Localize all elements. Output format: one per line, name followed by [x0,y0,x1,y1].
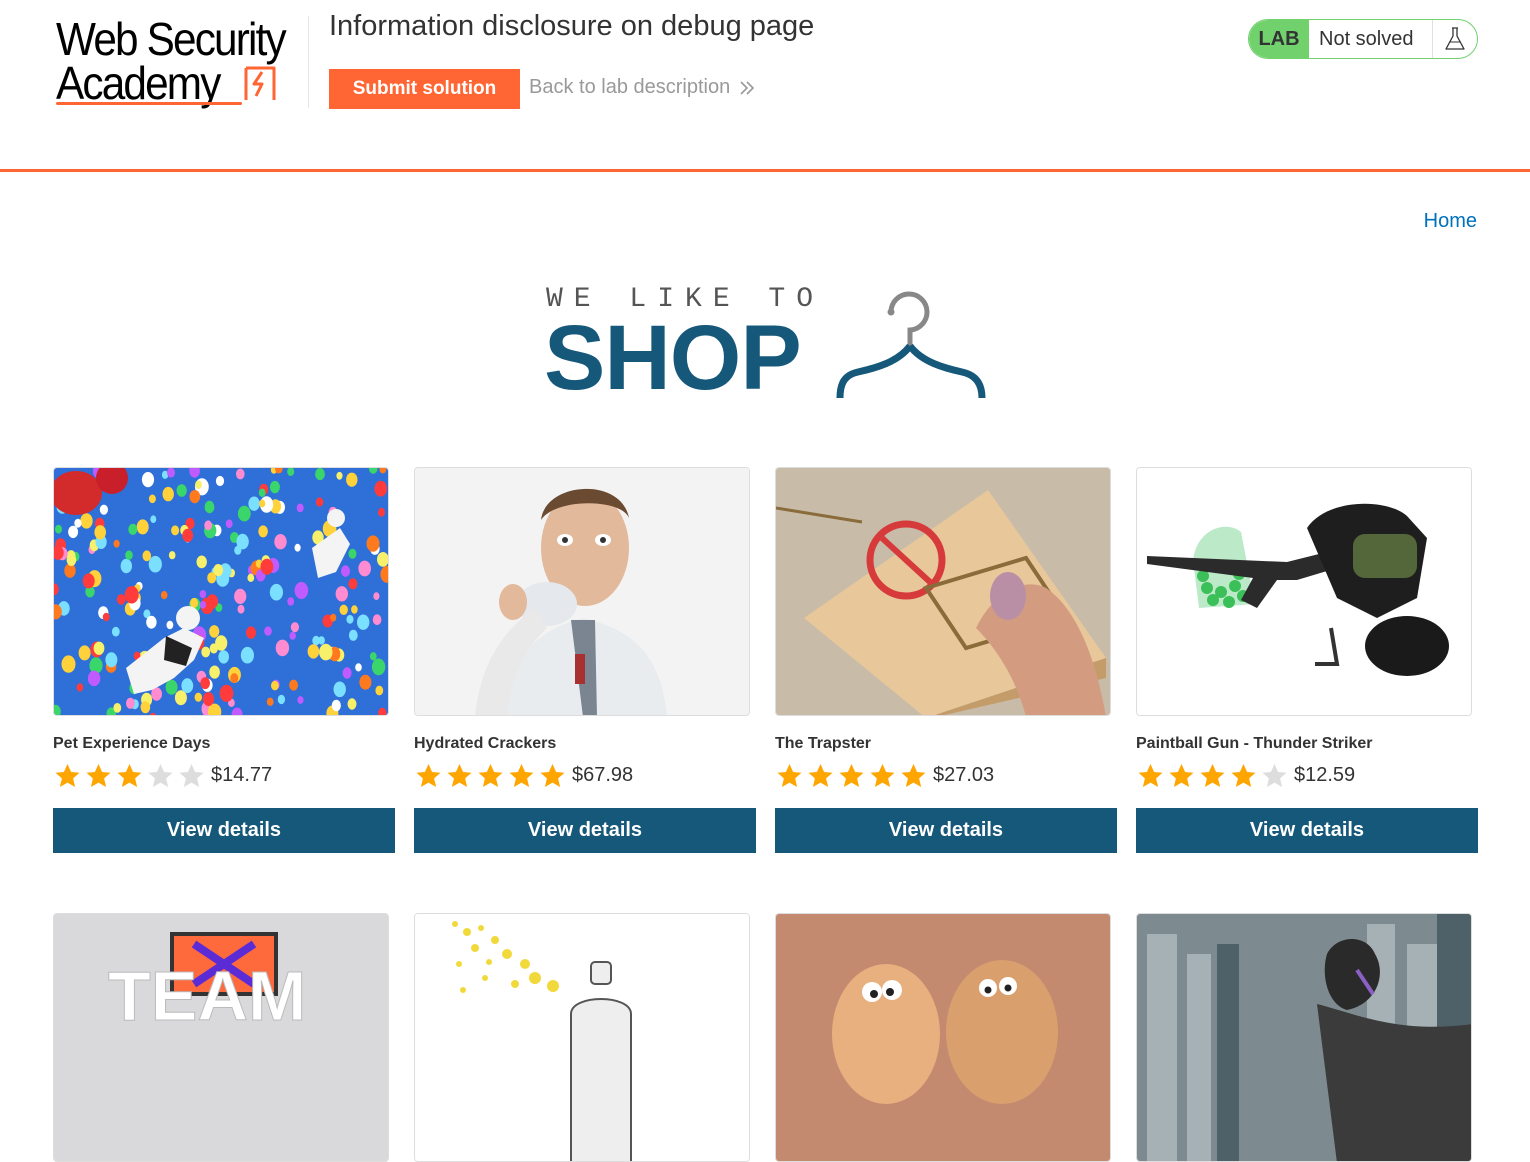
view-details-button[interactable]: View details [775,808,1117,853]
lab-status-text: Not solved [1309,20,1433,58]
submit-solution-button[interactable]: Submit solution [329,69,520,109]
star-filled-icon [540,763,565,787]
product-rating: $67.98 [414,761,633,789]
double-chevron-right-icon [740,80,755,95]
star-filled-icon [447,763,472,787]
clothes-hanger-icon [836,291,986,399]
product-name: Hydrated Crackers [414,735,557,752]
banner-shop-word: SHOP [544,307,802,409]
star-filled-icon [901,763,926,787]
product-name: The Trapster [775,735,872,752]
lab-header: Web Security Academy Information disclos… [0,0,1530,172]
product-rating: $12.59 [1136,761,1355,789]
view-details-button[interactable]: View details [414,808,756,853]
star-filled-icon [870,763,895,787]
star-filled-icon [839,763,864,787]
shop-banner: WE LIKE TO SHOP [544,284,989,408]
logo-line-2: Academy [56,57,221,109]
view-details-button[interactable]: View details [53,808,395,853]
star-filled-icon [1200,763,1225,787]
logo-bolt-icon [244,66,276,100]
product-price: $14.77 [211,763,273,786]
star-filled-icon [416,763,441,787]
product-price: $12.59 [1294,763,1356,786]
back-link-label: Back to lab description [529,76,731,98]
lab-title: Information disclosure on debug page [329,10,815,42]
product-image [775,467,1111,716]
product-image [775,913,1111,1162]
lab-badge: LAB [1249,20,1309,58]
product-rating: $27.03 [775,761,994,789]
star-filled-icon [478,763,503,787]
view-details-button[interactable]: View details [1136,808,1478,853]
star-filled-icon [509,763,534,787]
star-filled-icon [1231,763,1256,787]
product-price: $27.03 [933,763,995,786]
product-image [1136,467,1472,716]
star-filled-icon [777,763,802,787]
star-filled-icon [1138,763,1163,787]
flask-icon [1433,20,1477,58]
logo-underline [56,102,242,105]
product-image [414,913,750,1162]
lab-status-widget: LAB Not solved [1248,19,1478,59]
star-filled-icon [55,763,80,787]
star-filled-icon [808,763,833,787]
star-empty-icon [179,763,204,787]
product-name: Paintball Gun - Thunder Striker [1136,735,1373,752]
product-price: $67.98 [572,763,634,786]
star-filled-icon [117,763,142,787]
product-rating: $14.77 [53,761,272,789]
product-image [414,467,750,716]
product-image [53,467,389,716]
star-filled-icon [1169,763,1194,787]
logo-line-1: Web Security [56,13,287,65]
logo-divider [308,16,309,108]
svg-text:TEAM: TEAM [108,957,306,1035]
product-image: TEAM [53,913,389,1162]
web-security-academy-logo[interactable]: Web Security Academy [56,14,306,110]
star-empty-icon [1262,763,1287,787]
star-empty-icon [148,763,173,787]
product-name: Pet Experience Days [53,735,211,752]
product-image [1136,913,1472,1162]
back-to-lab-description-link[interactable]: Back to lab description [529,76,756,99]
star-filled-icon [86,763,111,787]
nav-home-link[interactable]: Home [1424,210,1477,233]
